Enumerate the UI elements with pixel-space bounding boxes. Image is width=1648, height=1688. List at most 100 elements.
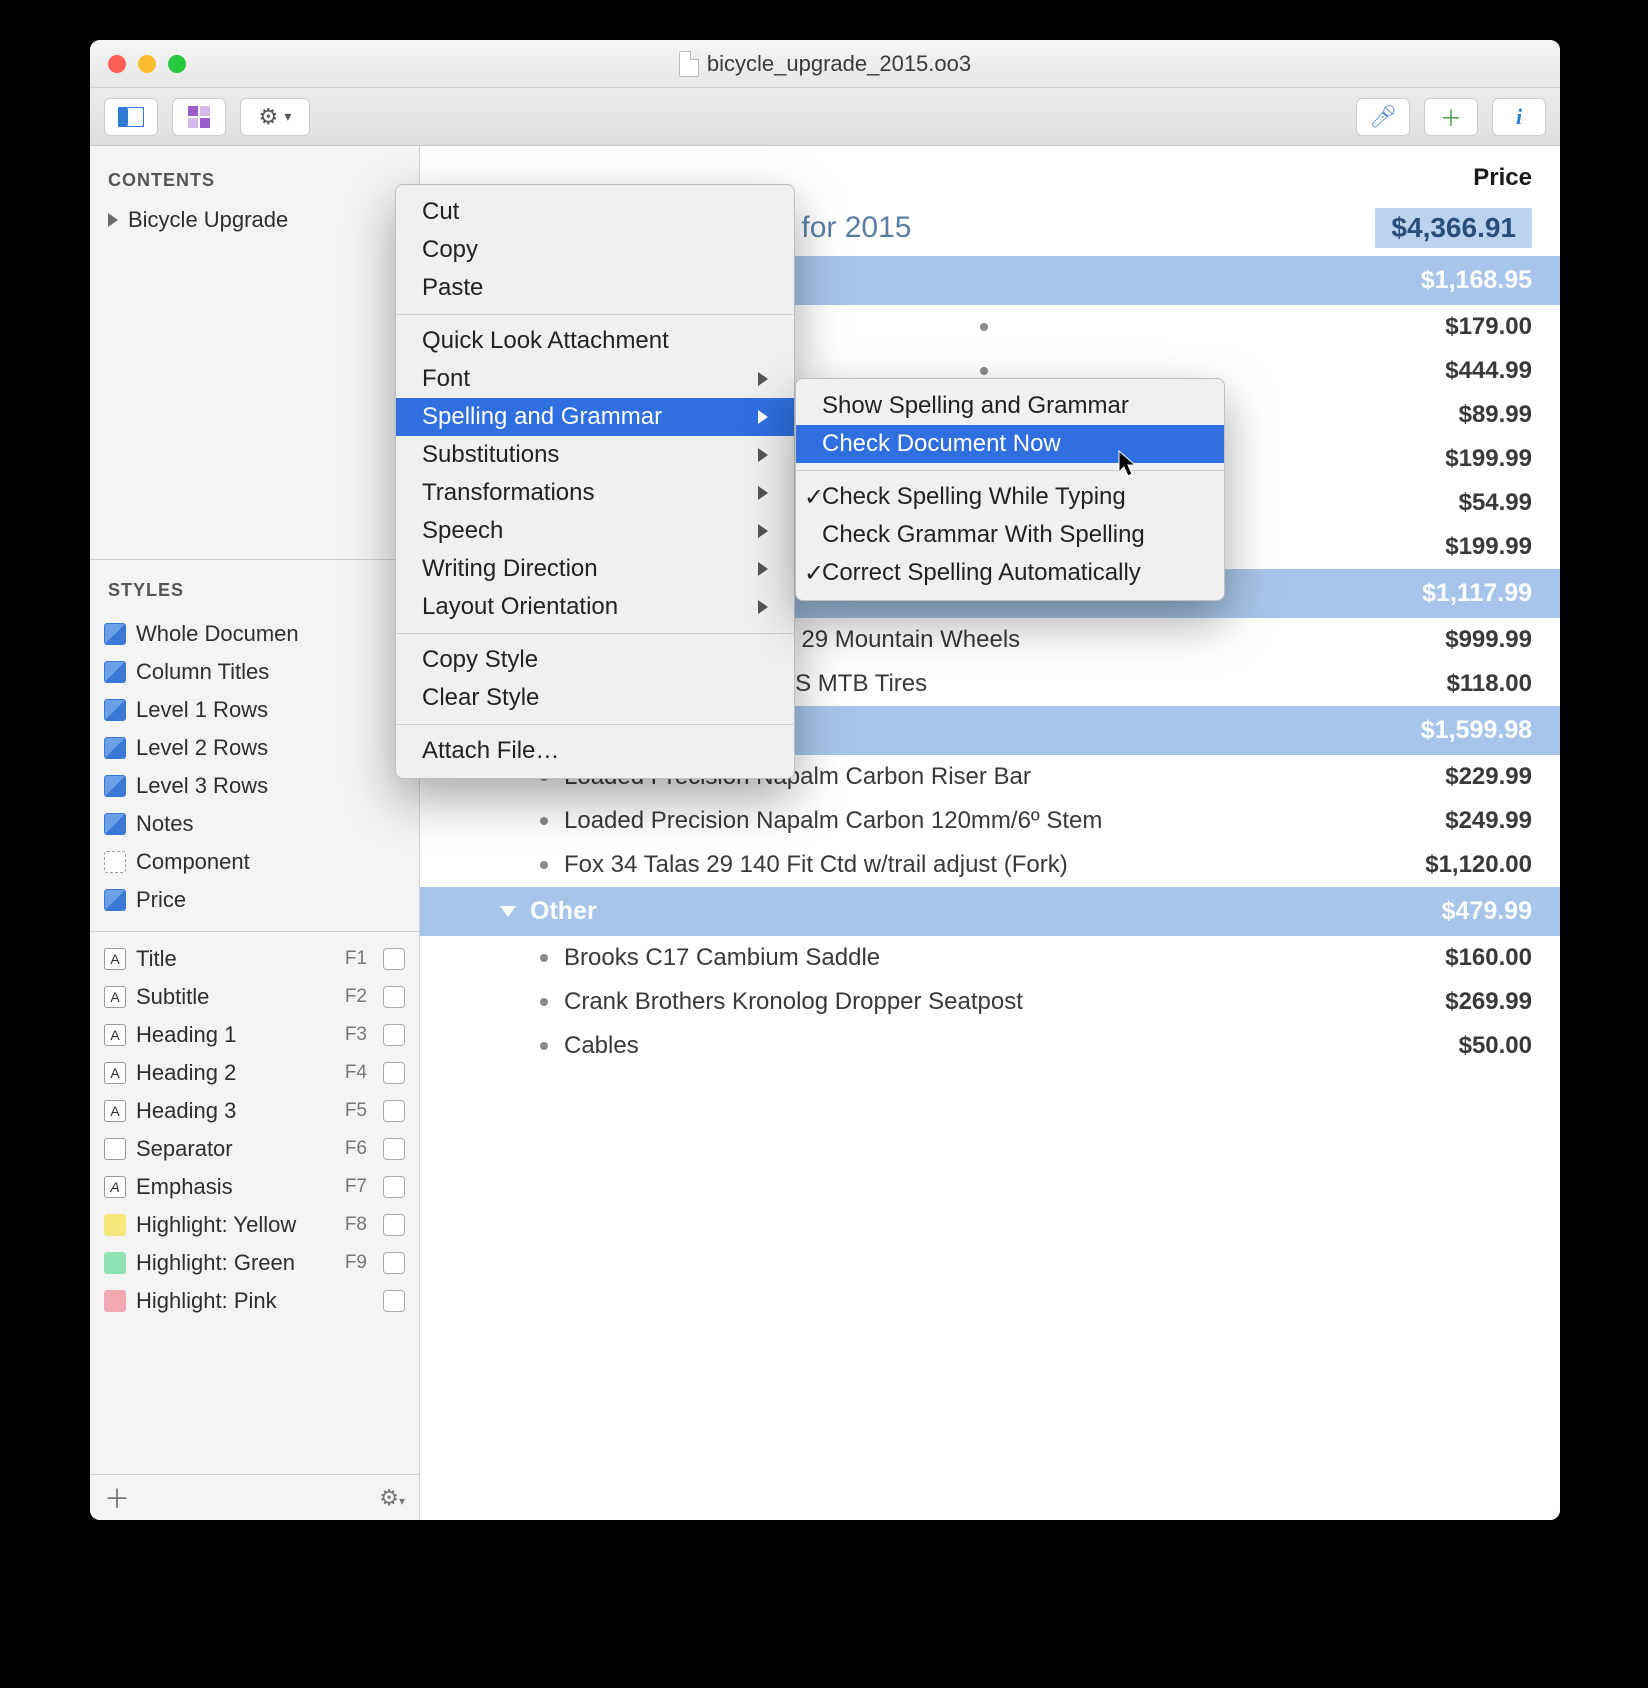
contents-root-item[interactable]: Bicycle Upgrade [90,201,419,239]
zoom-icon[interactable] [168,55,186,73]
style-checkbox[interactable] [383,1214,405,1236]
shortcut-label: F7 [345,1176,373,1198]
item-name: Cables [564,1032,639,1060]
chevron-down-icon: ▾ [284,108,291,125]
style-row[interactable]: Level 1 Rows [90,691,419,729]
style-checkbox[interactable] [383,986,405,1008]
context-menu[interactable]: CutCopyPasteQuick Look AttachmentFontSpe… [395,184,795,779]
text-style-icon [104,1138,126,1160]
close-icon[interactable] [108,55,126,73]
disclosure-triangle-icon[interactable] [108,213,118,227]
menu-item-speech[interactable]: Speech [396,512,794,550]
style-checkbox[interactable] [383,1024,405,1046]
item-price: $229.99 [1445,763,1532,791]
menu-separator [396,633,794,634]
menu-item-transformations[interactable]: Transformations [396,474,794,512]
named-style-row[interactable]: Highlight: Pink [90,1282,419,1320]
menu-item-layout-orientation[interactable]: Layout Orientation [396,588,794,626]
item-row[interactable]: Brooks C17 Cambium Saddle$160.00 [420,936,1560,980]
named-style-row[interactable]: SeparatorF6 [90,1130,419,1168]
submenu-item[interactable]: ✓Check Spelling While Typing [796,478,1224,516]
style-checkbox[interactable] [383,1100,405,1122]
submenu-item[interactable]: Check Document Now [796,425,1224,463]
group-row[interactable]: Other$479.99 [420,887,1560,936]
styles-toggle-button[interactable] [172,98,226,136]
style-row[interactable]: Whole Documen [90,615,419,653]
menu-item[interactable]: Clear Style [396,679,794,717]
menu-item[interactable]: Copy [396,231,794,269]
disclosure-chevron-icon[interactable] [500,906,516,917]
style-row[interactable]: Price [90,881,419,919]
menu-item[interactable]: Copy Style [396,641,794,679]
submenu-arrow-icon [728,441,768,469]
item-row[interactable]: Fox 34 Talas 29 140 Fit Ctd w/trail adju… [420,843,1560,887]
menu-item-spelling-and-grammar[interactable]: Spelling and Grammar [396,398,794,436]
plus-square-icon: ＋ [1440,101,1462,133]
style-row[interactable]: Level 3 Rows [90,767,419,805]
named-style-row[interactable]: Highlight: YellowF8 [90,1206,419,1244]
style-checkbox[interactable] [383,1176,405,1198]
style-row[interactable]: Component [90,843,419,881]
submenu-item[interactable]: ✓Correct Spelling Automatically [796,554,1224,592]
microphone-icon: 🎤︎ [1369,104,1397,130]
style-row[interactable]: Level 2 Rows [90,729,419,767]
minimize-icon[interactable] [138,55,156,73]
item-name: Loaded Precision Napalm Carbon 120mm/6º … [564,807,1102,835]
menu-item[interactable]: Attach File… [396,732,794,770]
bullet-icon [540,1042,548,1050]
add-button[interactable]: ＋ [1424,98,1478,136]
style-label: Level 2 Rows [136,735,268,761]
dictation-button[interactable]: 🎤︎ [1356,98,1410,136]
named-style-label: Highlight: Yellow [136,1212,296,1238]
named-style-row[interactable]: AHeading 2F4 [90,1054,419,1092]
checkmark-icon: ✓ [804,483,824,512]
item-price: $1,120.00 [1425,851,1532,879]
menu-item[interactable]: Cut [396,193,794,231]
menu-item[interactable]: Paste [396,269,794,307]
style-actions-button[interactable]: ⚙︎▾ [379,1485,405,1511]
submenu-arrow-icon [728,479,768,507]
style-label: Price [136,887,186,913]
style-checkbox[interactable] [383,1290,405,1312]
style-row[interactable]: Notes [90,805,419,843]
named-style-row[interactable]: AEmphasisF7 [90,1168,419,1206]
shortcut-label: F9 [345,1252,373,1274]
item-price: $269.99 [1445,988,1532,1016]
item-price: $199.99 [1445,533,1532,561]
bullet-icon [980,323,988,331]
named-style-row[interactable]: ASubtitleF2 [90,978,419,1016]
toolbar: ⚙︎ ▾ 🎤︎ ＋ i [90,88,1560,146]
style-swatch-icon [104,661,126,683]
menu-item-substitutions[interactable]: Substitutions [396,436,794,474]
named-style-row[interactable]: AHeading 1F3 [90,1016,419,1054]
add-style-button[interactable]: ＋ [104,1479,130,1516]
checkmark-icon: ✓ [804,559,824,588]
highlight-swatch-icon [104,1214,126,1236]
named-style-row[interactable]: ATitleF1 [90,940,419,978]
item-row[interactable]: Crank Brothers Kronolog Dropper Seatpost… [420,980,1560,1024]
named-style-row[interactable]: Highlight: GreenF9 [90,1244,419,1282]
item-row[interactable]: Loaded Precision Napalm Carbon 120mm/6º … [420,799,1560,843]
style-swatch-icon [104,851,126,873]
style-checkbox[interactable] [383,948,405,970]
menu-item-font[interactable]: Font [396,360,794,398]
submenu-item[interactable]: Show Spelling and Grammar [796,387,1224,425]
sidebar-toggle-button[interactable] [104,98,158,136]
named-style-row[interactable]: AHeading 3F5 [90,1092,419,1130]
info-button[interactable]: i [1492,98,1546,136]
menu-item-writing-direction[interactable]: Writing Direction [396,550,794,588]
style-checkbox[interactable] [383,1062,405,1084]
menu-item[interactable]: Quick Look Attachment [396,322,794,360]
item-price: $118.00 [1447,670,1532,698]
spelling-submenu[interactable]: Show Spelling and GrammarCheck Document … [795,378,1225,601]
style-row[interactable]: Column Titles [90,653,419,691]
style-swatch-icon [104,623,126,645]
group-name: Other [530,897,597,926]
menu-separator [396,314,794,315]
item-row[interactable]: Cables$50.00 [420,1024,1560,1068]
text-style-icon: A [104,1176,126,1198]
style-checkbox[interactable] [383,1138,405,1160]
style-checkbox[interactable] [383,1252,405,1274]
action-menu-button[interactable]: ⚙︎ ▾ [240,98,310,136]
submenu-item[interactable]: Check Grammar With Spelling [796,516,1224,554]
